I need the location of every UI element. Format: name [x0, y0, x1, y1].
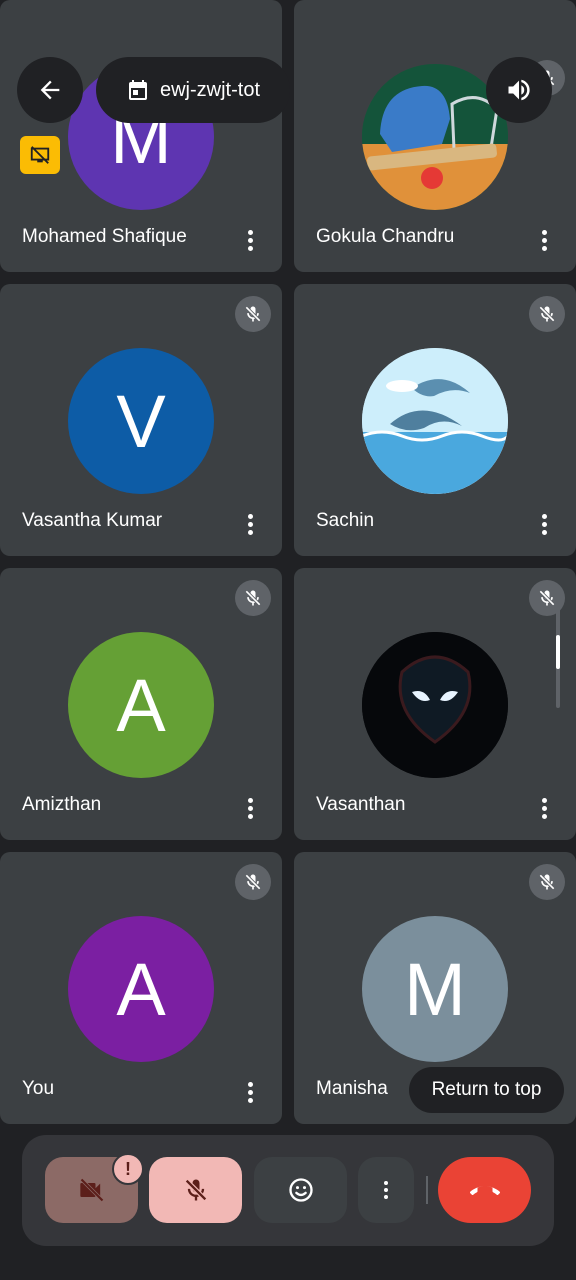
emoji-icon: [288, 1178, 313, 1202]
participant-tile-sachin[interactable]: Sachin: [294, 284, 576, 556]
videocam-off-icon: [79, 1178, 104, 1202]
mic-off-icon: [184, 1179, 207, 1201]
audio-output-button[interactable]: [486, 57, 552, 123]
participant-tile-amizthan[interactable]: A Amizthan: [0, 568, 282, 840]
meeting-code: ewj-zwjt-tot: [159, 78, 260, 101]
participant-more-options-icon[interactable]: [532, 510, 556, 538]
participant-name: Vasantha Kumar: [22, 510, 163, 531]
participant-more-options-icon[interactable]: [238, 794, 262, 822]
avatar: A: [68, 632, 214, 778]
arrow-left-icon: [40, 80, 60, 100]
controls-divider: [426, 1176, 428, 1204]
back-button[interactable]: [17, 57, 83, 123]
scrollbar-thumb[interactable]: [556, 635, 560, 669]
avatar: A: [68, 916, 214, 1062]
microphone-toggle-button[interactable]: [149, 1157, 242, 1223]
screen-share-off-badge-icon: [20, 136, 60, 174]
participant-name: Amizthan: [22, 794, 102, 815]
avatar: M: [362, 916, 508, 1062]
participant-tile-gokula-chandru[interactable]: Gokula Chandru: [294, 0, 576, 272]
mic-off-icon: [235, 864, 271, 900]
more-options-button[interactable]: [358, 1157, 414, 1223]
call-end-icon: [469, 1186, 500, 1195]
camera-warning-badge: !: [112, 1153, 144, 1185]
return-to-top-button[interactable]: Return to top: [409, 1067, 564, 1113]
participant-name: Manisha: [316, 1078, 388, 1099]
avatar-dark-superhero-photo: [362, 632, 508, 778]
participant-more-options-icon[interactable]: [532, 794, 556, 822]
participant-more-options-icon[interactable]: [238, 1078, 262, 1106]
participant-more-options-icon[interactable]: [238, 510, 262, 538]
participant-name: Vasanthan: [316, 794, 406, 815]
participant-name: Gokula Chandru: [316, 226, 455, 247]
meeting-info-button[interactable]: ewj-zwjt-tot: [96, 57, 290, 123]
participant-tile-you[interactable]: A You: [0, 852, 282, 1124]
more-vertical-icon: [384, 1181, 388, 1199]
participant-more-options-icon[interactable]: [532, 226, 556, 254]
reactions-button[interactable]: [254, 1157, 347, 1223]
mic-off-icon: [235, 580, 271, 616]
avatar-dolphins-illustration: [362, 348, 508, 494]
participant-name: You: [22, 1078, 55, 1099]
participant-name: Mohamed Shafique: [22, 226, 187, 247]
participant-tile-mohamed-shafique[interactable]: M Mohamed Shafique: [0, 0, 282, 272]
mic-off-icon: [235, 296, 271, 332]
mic-off-icon: [529, 864, 565, 900]
volume-up-icon: [508, 79, 530, 101]
mic-off-icon: [529, 296, 565, 332]
calendar-icon: [128, 80, 147, 100]
participant-tile-vasanthan[interactable]: Vasanthan: [294, 568, 576, 840]
participant-tile-vasantha-kumar[interactable]: V Vasantha Kumar: [0, 284, 282, 556]
avatar: V: [68, 348, 214, 494]
participant-more-options-icon[interactable]: [238, 226, 262, 254]
participant-name: Sachin: [316, 510, 375, 531]
end-call-button[interactable]: [438, 1157, 531, 1223]
